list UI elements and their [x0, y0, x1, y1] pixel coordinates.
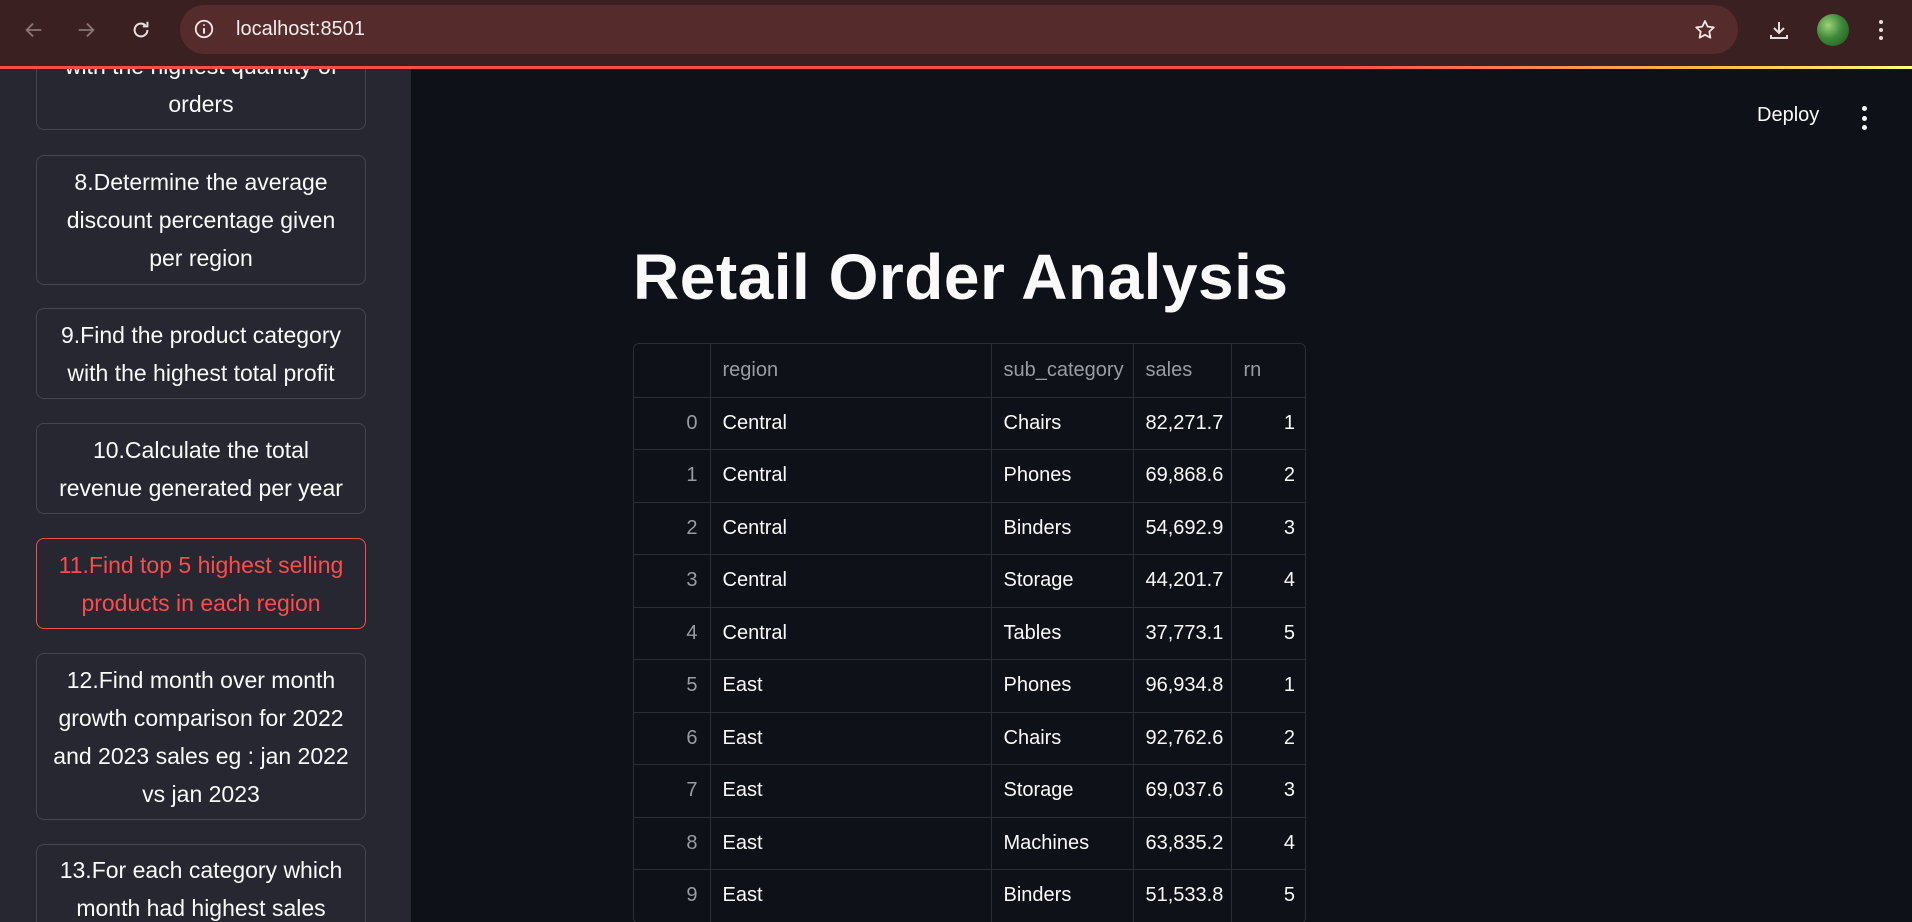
- sidebar-button-label: 11.Find top 5 highest selling products i…: [58, 551, 344, 616]
- table-row: 2 Central Binders 54,692.9 3: [634, 502, 1305, 555]
- table-cell[interactable]: 5: [1231, 869, 1305, 922]
- table-cell[interactable]: East: [710, 817, 992, 870]
- arrow-right-icon: [78, 22, 95, 38]
- sidebar-button-label: 13.For each category which month had hig…: [59, 857, 343, 921]
- table-cell[interactable]: Central: [710, 607, 992, 660]
- table-cell[interactable]: 7: [634, 764, 711, 818]
- table-cell[interactable]: 69,037.6: [1133, 764, 1232, 818]
- table-cell[interactable]: 5: [634, 659, 711, 713]
- table-cell[interactable]: 63,835.2: [1133, 817, 1232, 870]
- table-cell[interactable]: 9: [634, 869, 711, 922]
- table-cell[interactable]: East: [710, 659, 992, 713]
- table-cell[interactable]: Central: [710, 502, 992, 555]
- table-cell[interactable]: Phones: [991, 659, 1134, 713]
- table-cell[interactable]: 51,533.8: [1133, 869, 1232, 922]
- reload-icon: [133, 21, 149, 38]
- table-cell[interactable]: 92,762.6: [1133, 712, 1232, 765]
- forward-button[interactable]: [69, 13, 103, 47]
- table-cell[interactable]: 5: [1231, 607, 1305, 660]
- table-row: 3 Central Storage 44,201.7 4: [634, 554, 1305, 608]
- table-cell[interactable]: 4: [1231, 817, 1305, 870]
- sidebar-button-q11[interactable]: 11.Find top 5 highest selling products i…: [36, 538, 366, 629]
- table-cell[interactable]: 1: [634, 449, 711, 503]
- sidebar-button-label: 12.Find month over month growth comparis…: [53, 666, 349, 807]
- back-button[interactable]: [17, 13, 51, 47]
- table-cell[interactable]: Storage: [991, 554, 1134, 608]
- table-cell[interactable]: Phones: [991, 449, 1134, 503]
- table-row: 0 Central Chairs 82,271.7 1: [634, 397, 1305, 450]
- sidebar-button-q9[interactable]: 9.Find the product category with the hig…: [36, 308, 366, 399]
- table-cell[interactable]: Storage: [991, 764, 1134, 818]
- table-cell[interactable]: 6: [634, 712, 711, 765]
- sidebar: with the highest quantity of orders 8.De…: [0, 69, 411, 922]
- table-row: 6 East Chairs 92,762.6 2: [634, 712, 1305, 765]
- table-cell[interactable]: 2: [1231, 449, 1305, 503]
- table-cell[interactable]: East: [710, 764, 992, 818]
- table-row: 5 East Phones 96,934.8 1: [634, 659, 1305, 713]
- table-cell[interactable]: Central: [710, 449, 992, 503]
- arrow-left-icon: [25, 22, 42, 38]
- table-row: 4 Central Tables 37,773.1 5: [634, 607, 1305, 660]
- table-cell[interactable]: Machines: [991, 817, 1134, 870]
- table-cell[interactable]: 2: [634, 502, 711, 555]
- app-menu-icon[interactable]: [1858, 106, 1870, 130]
- table-cell[interactable]: East: [710, 869, 992, 922]
- profile-avatar[interactable]: [1817, 14, 1849, 46]
- table-cell[interactable]: 3: [634, 554, 711, 608]
- sidebar-button-label: 9.Find the product category with the hig…: [61, 321, 341, 386]
- table-row: 7 East Storage 69,037.6 3: [634, 764, 1305, 818]
- browser-toolbar: localhost:8501: [0, 0, 1912, 66]
- sidebar-button-q12[interactable]: 12.Find month over month growth comparis…: [36, 653, 366, 820]
- table-cell[interactable]: Central: [710, 554, 992, 608]
- table-cell[interactable]: 37,773.1: [1133, 607, 1232, 660]
- table-cell[interactable]: Chairs: [991, 712, 1134, 765]
- table-header-row: region sub_category sales rn: [634, 344, 1305, 398]
- reload-button[interactable]: [124, 13, 158, 47]
- table-cell[interactable]: 44,201.7: [1133, 554, 1232, 608]
- column-header-index[interactable]: [634, 344, 711, 398]
- sidebar-button-q8[interactable]: 8.Determine the average discount percent…: [36, 155, 366, 285]
- table-cell[interactable]: Tables: [991, 607, 1134, 660]
- table-cell[interactable]: 8: [634, 817, 711, 870]
- bookmark-star-icon[interactable]: [1692, 17, 1718, 43]
- column-header-rn[interactable]: rn: [1231, 344, 1305, 398]
- table-cell[interactable]: 2: [1231, 712, 1305, 765]
- table-cell[interactable]: 3: [1231, 502, 1305, 555]
- table-cell[interactable]: 1: [1231, 659, 1305, 713]
- sidebar-button-q13[interactable]: 13.For each category which month had hig…: [36, 844, 366, 922]
- table-row: 8 East Machines 63,835.2 4: [634, 817, 1305, 870]
- table-cell[interactable]: 3: [1231, 764, 1305, 818]
- download-icon[interactable]: [1762, 13, 1796, 47]
- table-cell[interactable]: East: [710, 712, 992, 765]
- sidebar-button-q7[interactable]: with the highest quantity of orders: [36, 69, 366, 130]
- table-cell[interactable]: 96,934.8: [1133, 659, 1232, 713]
- table-cell[interactable]: Binders: [991, 502, 1134, 555]
- table-row: 1 Central Phones 69,868.6 2: [634, 449, 1305, 503]
- column-header-region[interactable]: region: [710, 344, 992, 398]
- table-cell[interactable]: Chairs: [991, 397, 1134, 450]
- table-cell[interactable]: 4: [1231, 554, 1305, 608]
- table-cell[interactable]: 54,692.9: [1133, 502, 1232, 555]
- column-header-sub-category[interactable]: sub_category: [991, 344, 1134, 398]
- site-info-icon[interactable]: [192, 17, 216, 41]
- sidebar-button-label: with the highest quantity of orders: [65, 69, 337, 117]
- sidebar-button-label: 10.Calculate the total revenue generated…: [59, 436, 343, 501]
- table-row: 9 East Binders 51,533.8 5: [634, 869, 1305, 922]
- table-cell[interactable]: Central: [710, 397, 992, 450]
- sidebar-button-label: 8.Determine the average discount percent…: [66, 169, 336, 271]
- sidebar-button-q10[interactable]: 10.Calculate the total revenue generated…: [36, 423, 366, 514]
- address-bar[interactable]: localhost:8501: [180, 5, 1738, 54]
- url-text: localhost:8501: [236, 18, 365, 40]
- column-header-sales[interactable]: sales: [1133, 344, 1232, 398]
- dataframe[interactable]: region sub_category sales rn 0 Central Cha…: [633, 343, 1306, 922]
- table-cell[interactable]: 1: [1231, 397, 1305, 450]
- table-cell[interactable]: 82,271.7: [1133, 397, 1232, 450]
- table-cell[interactable]: 69,868.6: [1133, 449, 1232, 503]
- page-title: Retail Order Analysis: [633, 241, 1289, 313]
- browser-menu-icon[interactable]: [1866, 13, 1896, 47]
- table-cell[interactable]: 4: [634, 607, 711, 660]
- deploy-button[interactable]: Deploy: [1757, 104, 1819, 127]
- table-cell[interactable]: Binders: [991, 869, 1134, 922]
- table-cell[interactable]: 0: [634, 397, 711, 450]
